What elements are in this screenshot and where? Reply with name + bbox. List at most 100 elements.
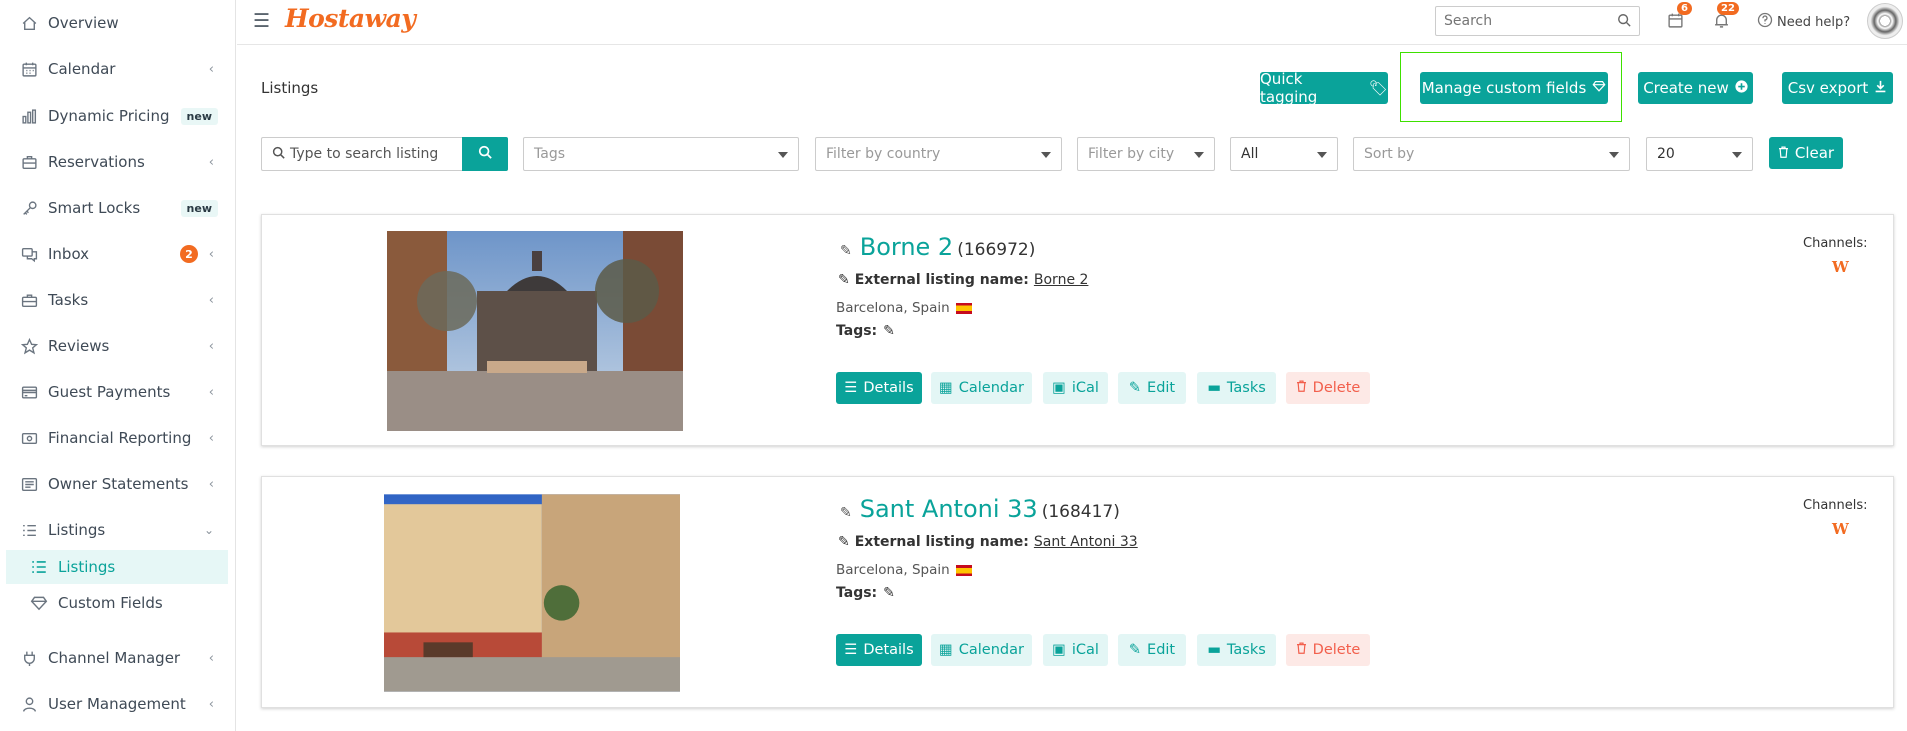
- status-filter[interactable]: All: [1230, 137, 1338, 171]
- manage-custom-fields-button[interactable]: Manage custom fields: [1420, 72, 1608, 104]
- calendar-badge: 6: [1677, 2, 1692, 15]
- delete-label: Delete: [1312, 380, 1361, 396]
- sidebar-item-channel-manager[interactable]: Channel Manager ‹: [0, 637, 236, 679]
- listing-search-button[interactable]: [462, 137, 508, 171]
- plus-circle-icon: [1735, 79, 1748, 97]
- sidebar-item-dynamic-pricing[interactable]: Dynamic Pricing new: [0, 95, 236, 137]
- chevron-left-icon: ‹: [208, 650, 214, 666]
- listing-search-field[interactable]: Type to search listing: [261, 137, 463, 171]
- channel-airbnb-icon[interactable]: W: [1832, 520, 1849, 538]
- listing-name[interactable]: Borne 2: [860, 233, 953, 261]
- tags-filter[interactable]: Tags: [523, 137, 799, 171]
- logo[interactable]: Hostaway: [285, 4, 416, 33]
- calendar-button[interactable]: ▦ Calendar: [931, 634, 1032, 666]
- calendar-plus-icon: ▣: [1052, 380, 1066, 396]
- delete-button[interactable]: Delete: [1286, 372, 1370, 404]
- location-text: Barcelona, Spain: [836, 562, 950, 578]
- edit-button[interactable]: ✎ Edit: [1118, 634, 1186, 666]
- bar-chart-icon: [20, 107, 38, 125]
- edit-icon[interactable]: ✎: [840, 505, 852, 521]
- sidebar-item-tasks[interactable]: Tasks ‹: [0, 279, 236, 321]
- sidebar-item-guest-payments[interactable]: Guest Payments ‹: [0, 371, 236, 413]
- listing-search-placeholder: Type to search listing: [290, 146, 439, 162]
- sidebar-item-label: Financial Reporting: [48, 429, 192, 447]
- ical-button[interactable]: ▣ iCal: [1043, 372, 1108, 404]
- sidebar-item-label: Dynamic Pricing: [48, 107, 170, 125]
- hamburger-menu-icon[interactable]: ☰: [253, 10, 270, 32]
- channels-label: Channels:: [1803, 236, 1868, 251]
- delete-button[interactable]: Delete: [1286, 634, 1370, 666]
- city-filter[interactable]: Filter by city: [1077, 137, 1215, 171]
- channel-airbnb-icon[interactable]: W: [1832, 258, 1849, 276]
- city-filter-value: Filter by city: [1088, 146, 1175, 162]
- sidebar-item-user-management[interactable]: User Management ‹: [0, 683, 236, 725]
- create-new-label: Create new: [1643, 79, 1729, 97]
- csv-export-button[interactable]: Csv export: [1782, 72, 1893, 104]
- calendar-button[interactable]: ▦ Calendar: [931, 372, 1032, 404]
- sidebar-subitem-label: Custom Fields: [58, 594, 163, 612]
- calendar-plus-icon: ▣: [1052, 642, 1066, 658]
- chevron-left-icon: ‹: [208, 292, 214, 308]
- sidebar-item-overview[interactable]: Overview: [0, 2, 236, 44]
- listing-card: ✎ Sant Antoni 33 (168417) ✎ External lis…: [261, 476, 1894, 708]
- tag-icon: 🏷: [1368, 79, 1388, 97]
- avatar[interactable]: [1867, 3, 1903, 39]
- sidebar-item-listings[interactable]: Listings ⌄: [0, 509, 236, 551]
- list-icon: [30, 558, 48, 576]
- global-search-input[interactable]: [1444, 13, 1614, 29]
- details-button[interactable]: ☰ Details: [836, 634, 922, 666]
- help-link[interactable]: Need help?: [1757, 12, 1850, 32]
- country-filter[interactable]: Filter by country: [815, 137, 1062, 171]
- listing-tags: Tags: ✎: [836, 323, 895, 339]
- listing-location: Barcelona, Spain: [836, 562, 972, 578]
- top-bar: ☰ Hostaway 6 22 Need help?: [237, 0, 1907, 45]
- edit-icon[interactable]: ✎: [838, 272, 850, 288]
- listing-name[interactable]: Sant Antoni 33: [860, 495, 1038, 523]
- sidebar-item-reviews[interactable]: Reviews ‹: [0, 325, 236, 367]
- listing-title: ✎ Borne 2 (166972): [840, 233, 1035, 261]
- chevron-left-icon: ‹: [208, 430, 214, 446]
- edit-button[interactable]: ✎ Edit: [1118, 372, 1186, 404]
- pencil-icon[interactable]: ✎: [883, 323, 895, 339]
- edit-icon[interactable]: ✎: [838, 534, 850, 550]
- external-listing-name: ✎ External listing name: Sant Antoni 33: [838, 534, 1138, 550]
- chevron-left-icon: ‹: [208, 384, 214, 400]
- ical-button[interactable]: ▣ iCal: [1043, 634, 1108, 666]
- sidebar-item-label: Reviews: [48, 337, 110, 355]
- external-name-link[interactable]: Sant Antoni 33: [1034, 534, 1138, 550]
- sidebar-item-smart-locks[interactable]: Smart Locks new: [0, 187, 236, 229]
- quick-tagging-button[interactable]: Quick tagging 🏷: [1260, 70, 1388, 106]
- tasks-button[interactable]: ▬ Tasks: [1197, 634, 1276, 666]
- sidebar-item-label: Guest Payments: [48, 383, 171, 401]
- sidebar-item-financial-reporting[interactable]: Financial Reporting ‹: [0, 417, 236, 459]
- calendar-notification-icon[interactable]: [1667, 12, 1684, 33]
- global-search[interactable]: [1435, 6, 1640, 36]
- listing-photo[interactable]: [387, 231, 683, 431]
- details-button[interactable]: ☰ Details: [836, 372, 922, 404]
- per-page-value: 20: [1657, 146, 1675, 162]
- create-new-button[interactable]: Create new: [1638, 72, 1753, 104]
- clear-filters-button[interactable]: Clear: [1769, 137, 1843, 169]
- sidebar-item-inbox[interactable]: Inbox 2 ‹: [0, 233, 236, 275]
- trash-icon: [1296, 380, 1307, 396]
- listing-photo[interactable]: [384, 493, 680, 693]
- sidebar-item-owner-statements[interactable]: Owner Statements ‹: [0, 463, 236, 505]
- sort-by-filter[interactable]: Sort by: [1353, 137, 1630, 171]
- caret-down-icon: [1732, 152, 1742, 158]
- star-icon: [20, 337, 38, 355]
- caret-down-icon: [1194, 152, 1204, 158]
- per-page-select[interactable]: 20: [1646, 137, 1753, 171]
- sidebar-subitem-custom-fields[interactable]: Custom Fields: [6, 586, 228, 620]
- sidebar-item-calendar[interactable]: Calendar ‹: [0, 48, 236, 90]
- inbox-count-badge: 2: [180, 245, 198, 263]
- edit-icon[interactable]: ✎: [840, 243, 852, 259]
- pencil-icon[interactable]: ✎: [883, 585, 895, 601]
- bell-icon[interactable]: [1713, 12, 1730, 33]
- external-name-link[interactable]: Borne 2: [1034, 272, 1089, 288]
- search-icon: [1617, 13, 1631, 31]
- home-icon: [20, 14, 38, 32]
- sidebar-item-reservations[interactable]: Reservations ‹: [0, 141, 236, 183]
- tasks-button[interactable]: ▬ Tasks: [1197, 372, 1276, 404]
- edit-label: Edit: [1147, 642, 1176, 658]
- sidebar-subitem-listings[interactable]: Listings: [6, 550, 228, 584]
